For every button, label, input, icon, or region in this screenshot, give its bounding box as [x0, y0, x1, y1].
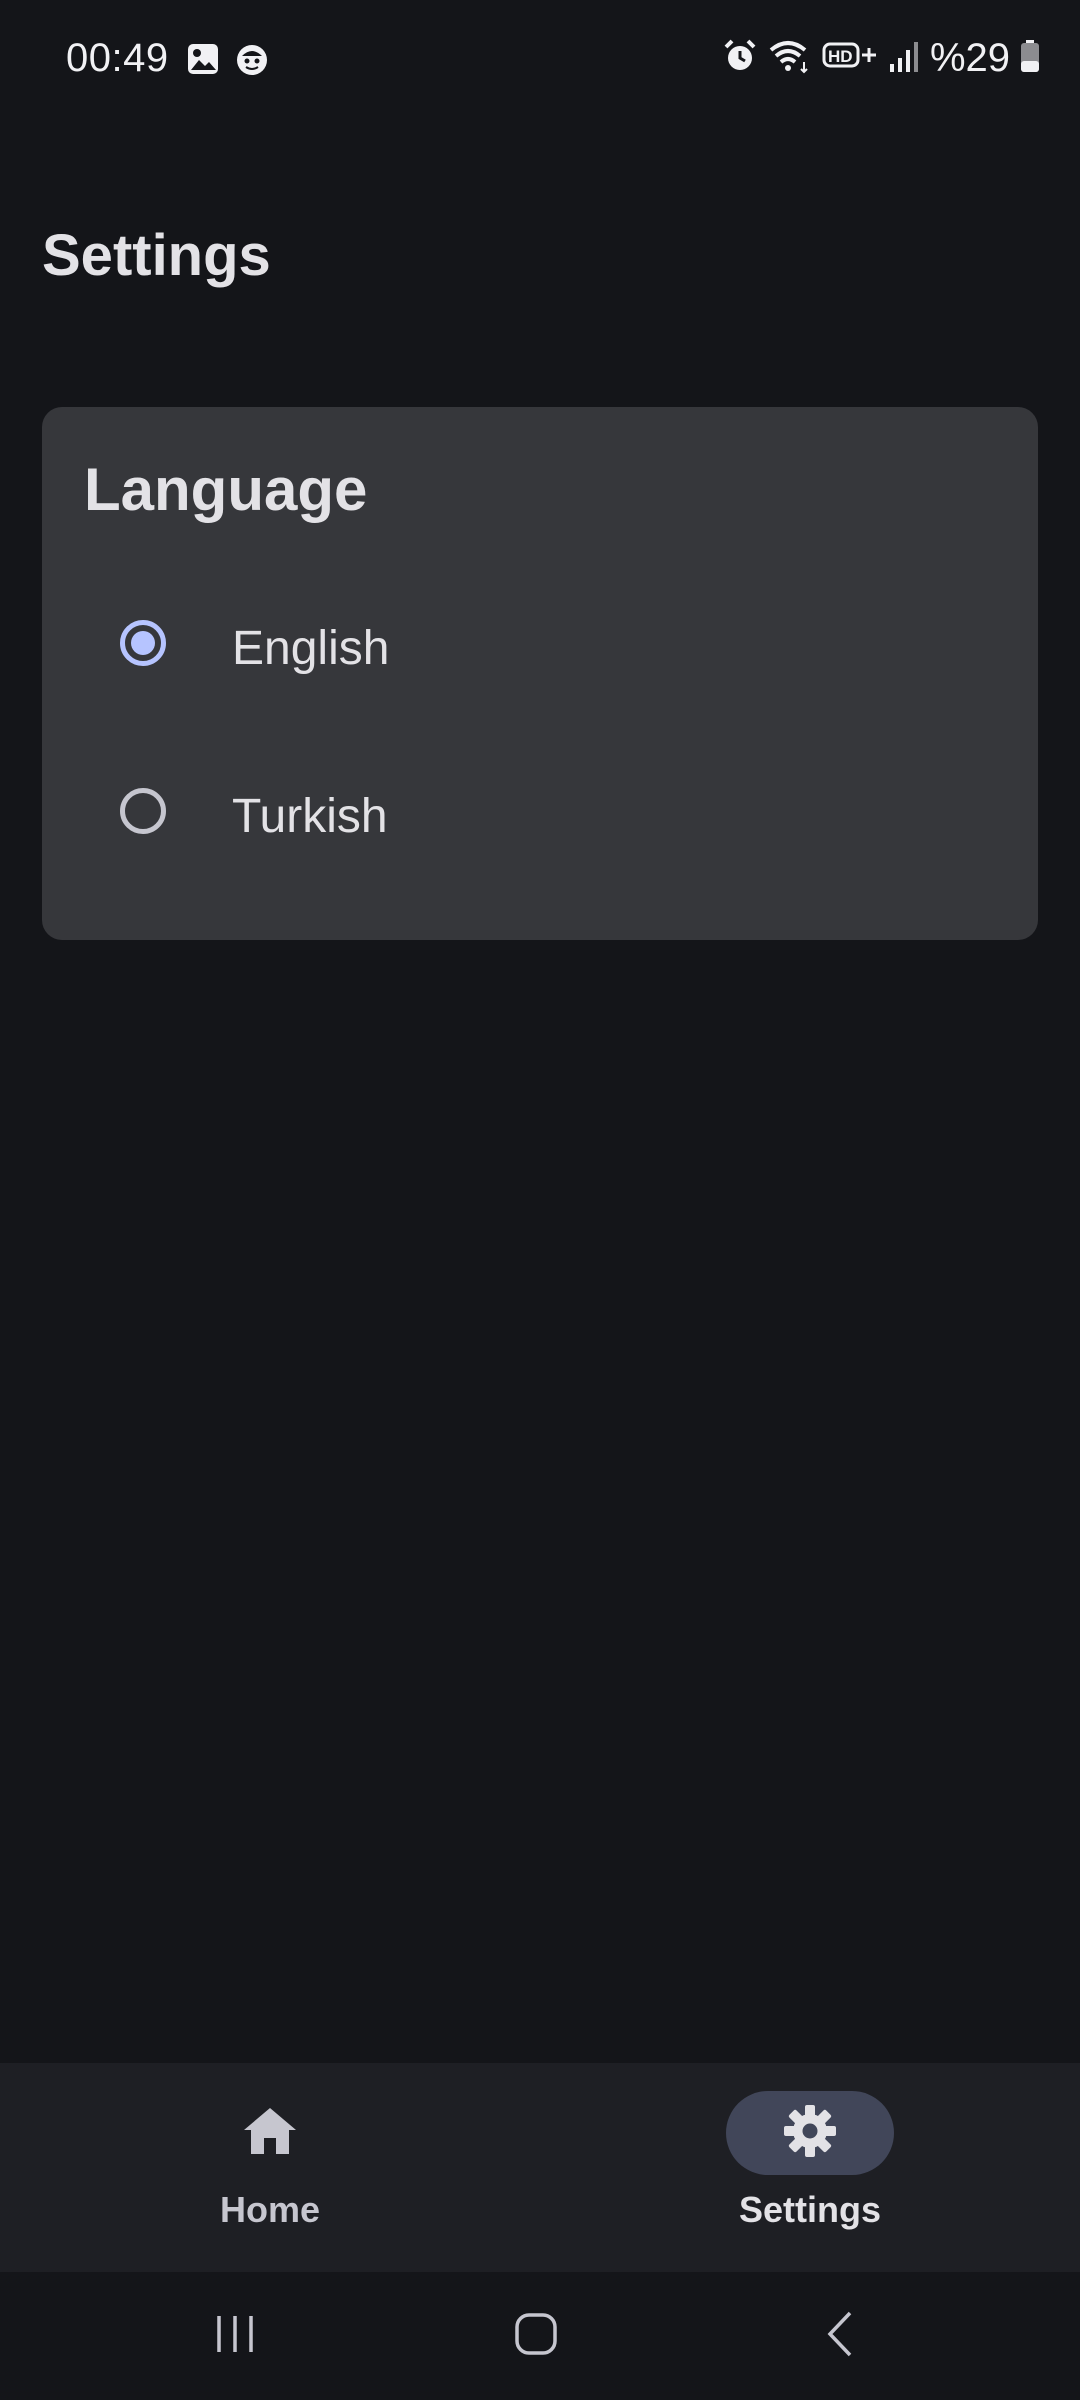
status-time: 00:49 — [66, 36, 169, 80]
nav-item-settings[interactable]: Settings — [540, 2063, 1080, 2272]
language-option-label: English — [232, 622, 390, 675]
system-home-button[interactable] — [436, 2272, 636, 2400]
status-left-icons — [186, 42, 270, 83]
nav-pill-home — [186, 2091, 354, 2175]
signal-icon — [888, 38, 920, 79]
hd-plus-icon: HD — [822, 38, 878, 79]
battery-icon — [1020, 39, 1040, 78]
wifi-icon — [768, 38, 812, 79]
status-right-icons: HD %29 — [722, 36, 1040, 81]
radio-button-turkish[interactable] — [120, 788, 166, 834]
back-button[interactable] — [740, 2272, 940, 2400]
radio-button-english[interactable] — [120, 620, 166, 666]
nav-label-settings: Settings — [738, 2189, 881, 2230]
page-title: Settings — [42, 223, 271, 288]
recents-icon — [213, 2312, 257, 2361]
nav-label-home: Home — [219, 2189, 321, 2230]
language-card-title: Language — [84, 456, 368, 523]
recents-button[interactable] — [135, 2272, 335, 2400]
home-icon — [242, 2106, 298, 2161]
gear-icon — [783, 2104, 837, 2163]
home-circle-icon — [514, 2312, 558, 2361]
nav-pill-settings — [726, 2091, 894, 2175]
language-option-label: Turkish — [232, 790, 388, 843]
back-icon — [818, 2310, 862, 2363]
nav-item-home[interactable]: Home — [0, 2063, 540, 2272]
face-notification-icon — [234, 42, 270, 83]
svg-text:HD: HD — [828, 47, 853, 66]
alarm-icon — [722, 38, 758, 79]
gallery-notification-icon — [186, 42, 220, 83]
status-bar: 00:49 HD %29 — [0, 0, 1080, 120]
system-navigation-bar — [0, 2272, 1080, 2400]
language-option-english[interactable]: English — [42, 572, 1038, 722]
language-card: Language English Turkish — [42, 407, 1038, 940]
language-option-turkish[interactable]: Turkish — [42, 740, 1038, 890]
battery-percent: %29 — [929, 36, 1010, 80]
bottom-navigation: Home Settings — [0, 2063, 1080, 2272]
